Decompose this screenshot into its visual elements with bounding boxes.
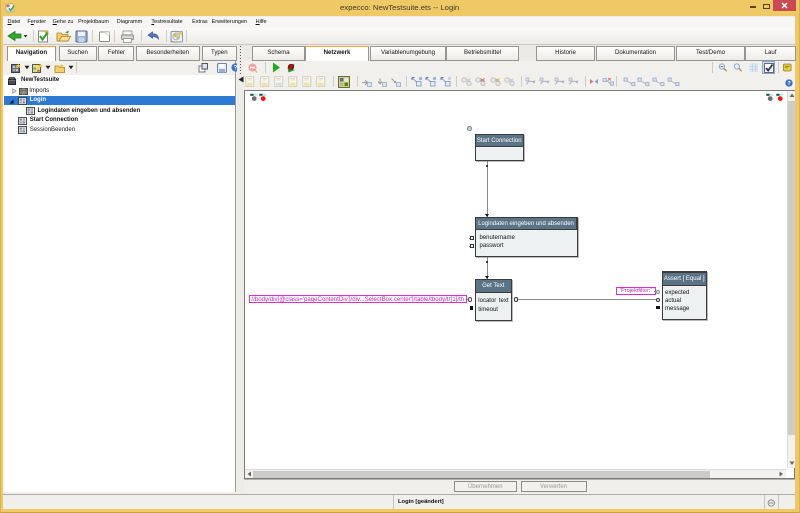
svg-text:?: ? — [787, 81, 791, 87]
